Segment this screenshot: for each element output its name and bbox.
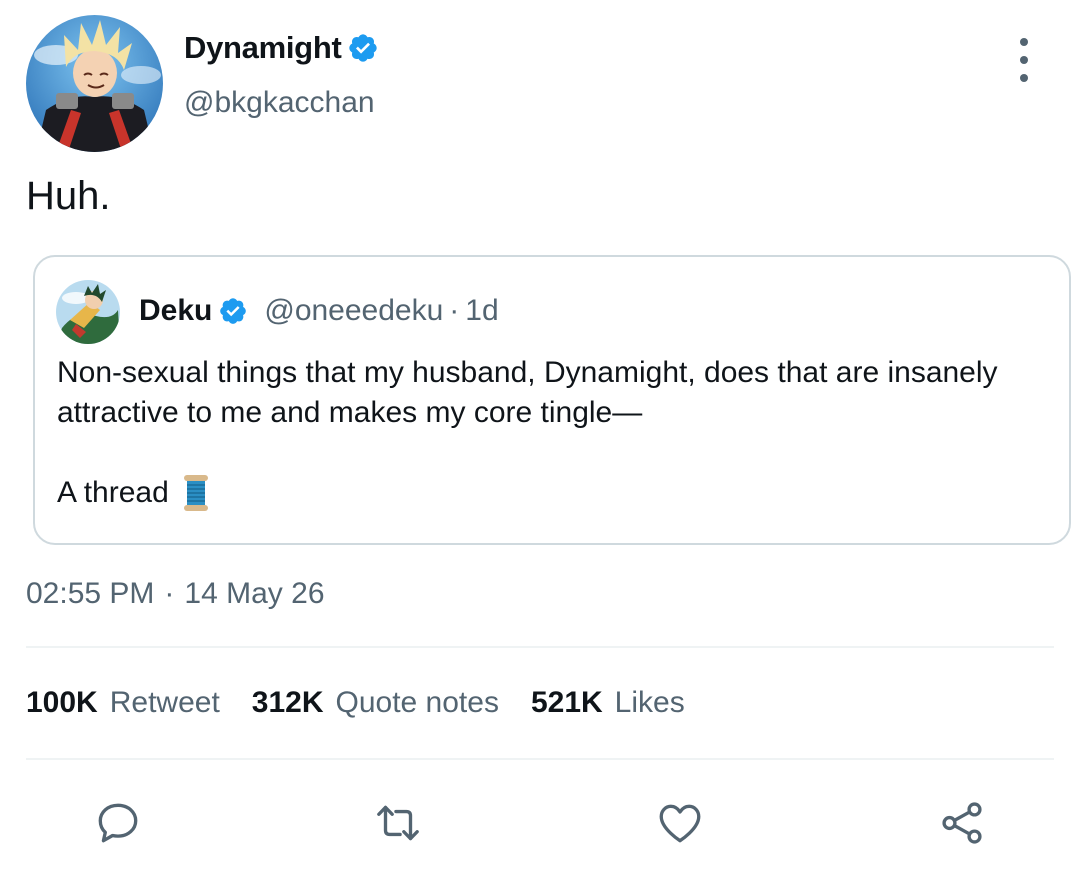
quote-thread-label: A thread xyxy=(57,476,169,509)
quote-separator: · xyxy=(449,294,460,327)
stat-quotes[interactable]: 312K Quote notes xyxy=(252,686,499,720)
more-dot xyxy=(1020,38,1028,46)
share-button[interactable] xyxy=(936,797,988,849)
divider xyxy=(26,758,1054,760)
retweet-button[interactable] xyxy=(372,797,424,849)
retweet-icon xyxy=(377,805,419,841)
tweet-detail: Dynamight @bkgkacchan Huh. Deku @oneeede… xyxy=(0,0,1080,873)
stat-likes[interactable]: 521K Likes xyxy=(531,686,685,720)
quote-avatar-image xyxy=(56,280,120,344)
tweet-timestamp[interactable]: 02:55 PM · 14 May 26 xyxy=(26,577,325,611)
timestamp-date: 14 May 26 xyxy=(184,577,325,610)
more-options-icon[interactable] xyxy=(1008,38,1040,82)
stat-label: Retweet xyxy=(109,686,220,719)
author-name-row[interactable]: Dynamight xyxy=(184,28,379,68)
author-avatar[interactable] xyxy=(26,15,163,152)
timestamp-time: 02:55 PM xyxy=(26,577,155,610)
timestamp-separator: · xyxy=(164,577,175,610)
spool-of-thread-icon xyxy=(183,475,208,511)
stat-label: Quote notes xyxy=(335,686,499,719)
like-button[interactable] xyxy=(654,797,706,849)
author-handle[interactable]: @bkgkacchan xyxy=(184,86,375,120)
stat-label: Likes xyxy=(614,686,685,719)
avatar-image xyxy=(26,15,163,152)
quote-age[interactable]: 1d xyxy=(465,294,498,328)
quote-text: Non-sexual things that my husband, Dynam… xyxy=(57,356,998,429)
quote-header: Deku @oneeedeku · 1d xyxy=(139,291,499,331)
quote-thread-line: A thread xyxy=(57,473,1047,513)
quote-author-avatar[interactable] xyxy=(56,280,120,344)
author-name[interactable]: Dynamight xyxy=(184,30,342,66)
quote-author-name[interactable]: Deku xyxy=(139,294,212,328)
stat-count: 100K xyxy=(26,686,98,719)
more-dot xyxy=(1020,56,1028,64)
tweet-text: Huh. xyxy=(26,174,111,218)
engagement-stats: 100K Retweet 312K Quote notes 521K Likes xyxy=(26,686,685,720)
stat-count: 521K xyxy=(530,686,603,719)
heart-icon xyxy=(659,804,701,843)
divider xyxy=(26,646,1054,648)
reply-button[interactable] xyxy=(92,797,144,849)
quoted-tweet-card[interactable]: Deku @oneeedeku · 1d Non-sexual things t… xyxy=(33,255,1071,545)
verified-badge-icon xyxy=(220,298,247,324)
verified-badge-icon xyxy=(349,34,378,62)
quote-author-handle[interactable]: @oneeedeku xyxy=(264,294,443,328)
stat-retweets[interactable]: 100K Retweet xyxy=(26,686,220,720)
reply-bubble-icon xyxy=(98,803,138,843)
more-dot xyxy=(1020,74,1028,82)
quote-body: Non-sexual things that my husband, Dynam… xyxy=(57,353,1047,513)
share-icon xyxy=(942,802,982,844)
stat-count: 312K xyxy=(251,686,324,719)
